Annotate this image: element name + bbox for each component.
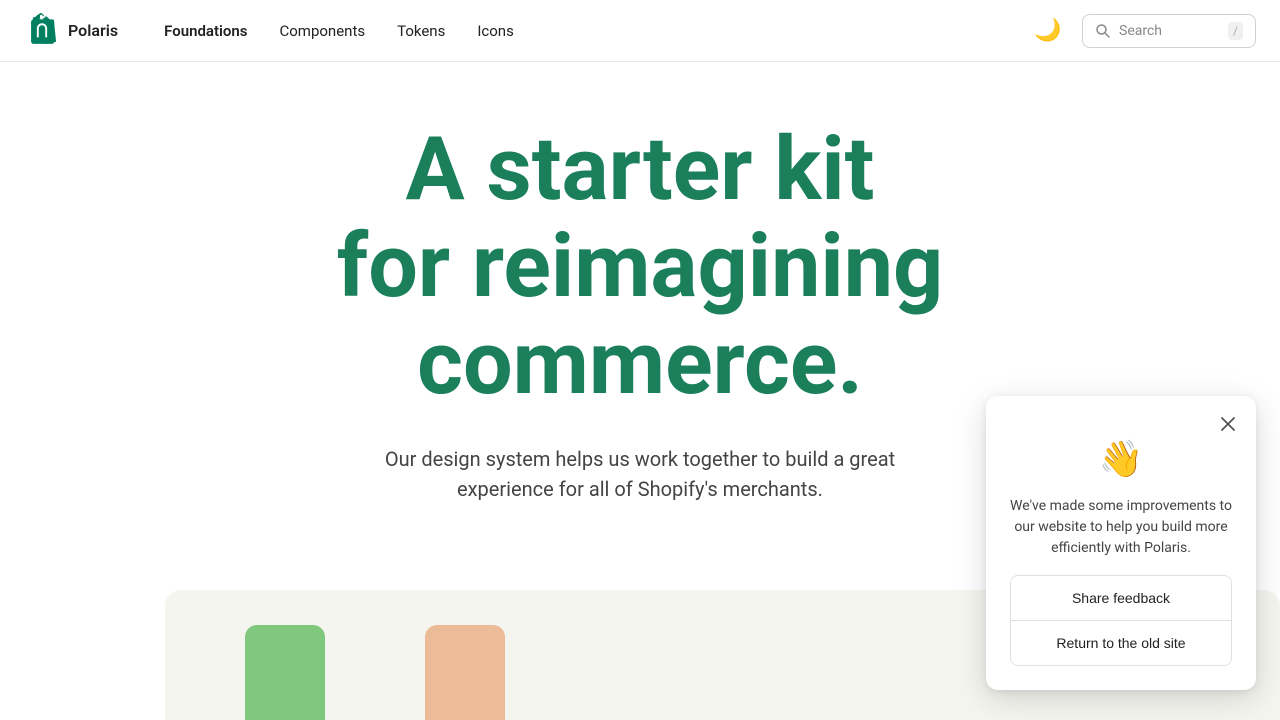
shopify-logo-icon	[24, 13, 60, 49]
popup-body: 👋 We've made some improvements to our we…	[986, 438, 1256, 690]
improvement-popup: 👋 We've made some improvements to our we…	[986, 396, 1256, 690]
moon-icon: 🌙	[1034, 18, 1061, 43]
hero-title-line3: commerce.	[417, 312, 863, 415]
main-nav: Foundations Components Tokens Icons	[150, 14, 1030, 48]
preview-card-green	[245, 625, 325, 720]
nav-foundations[interactable]: Foundations	[150, 14, 261, 48]
popup-header	[986, 396, 1256, 438]
logo-link[interactable]: Polaris	[24, 13, 118, 49]
search-icon	[1095, 23, 1111, 39]
popup-close-button[interactable]	[1214, 410, 1242, 438]
popup-message: We've made some improvements to our webs…	[1010, 496, 1232, 559]
nav-icons[interactable]: Icons	[463, 14, 528, 48]
preview-card-peach	[425, 625, 505, 720]
hero-title-line1: A starter kit	[406, 118, 875, 221]
navbar-right: 🌙 Search /	[1030, 13, 1256, 49]
navbar: Polaris Foundations Components Tokens Ic…	[0, 0, 1280, 62]
popup-wave-emoji: 👋	[1099, 438, 1144, 480]
search-shortcut: /	[1228, 22, 1243, 40]
hero-title-line2: for reimagining	[337, 215, 944, 318]
hero-subtitle: Our design system helps us work together…	[340, 444, 940, 504]
hero-title: A starter kit for reimagining commerce.	[337, 122, 944, 412]
search-bar[interactable]: Search /	[1082, 14, 1256, 48]
share-feedback-button[interactable]: Share feedback	[1011, 576, 1231, 620]
return-old-site-button[interactable]: Return to the old site	[1011, 620, 1231, 665]
nav-components[interactable]: Components	[265, 14, 379, 48]
nav-tokens[interactable]: Tokens	[383, 14, 459, 48]
brand-name: Polaris	[68, 21, 118, 40]
theme-toggle-button[interactable]: 🌙	[1030, 13, 1066, 49]
close-icon	[1220, 416, 1236, 432]
search-label: Search	[1119, 23, 1220, 39]
popup-actions: Share feedback Return to the old site	[1010, 575, 1232, 666]
